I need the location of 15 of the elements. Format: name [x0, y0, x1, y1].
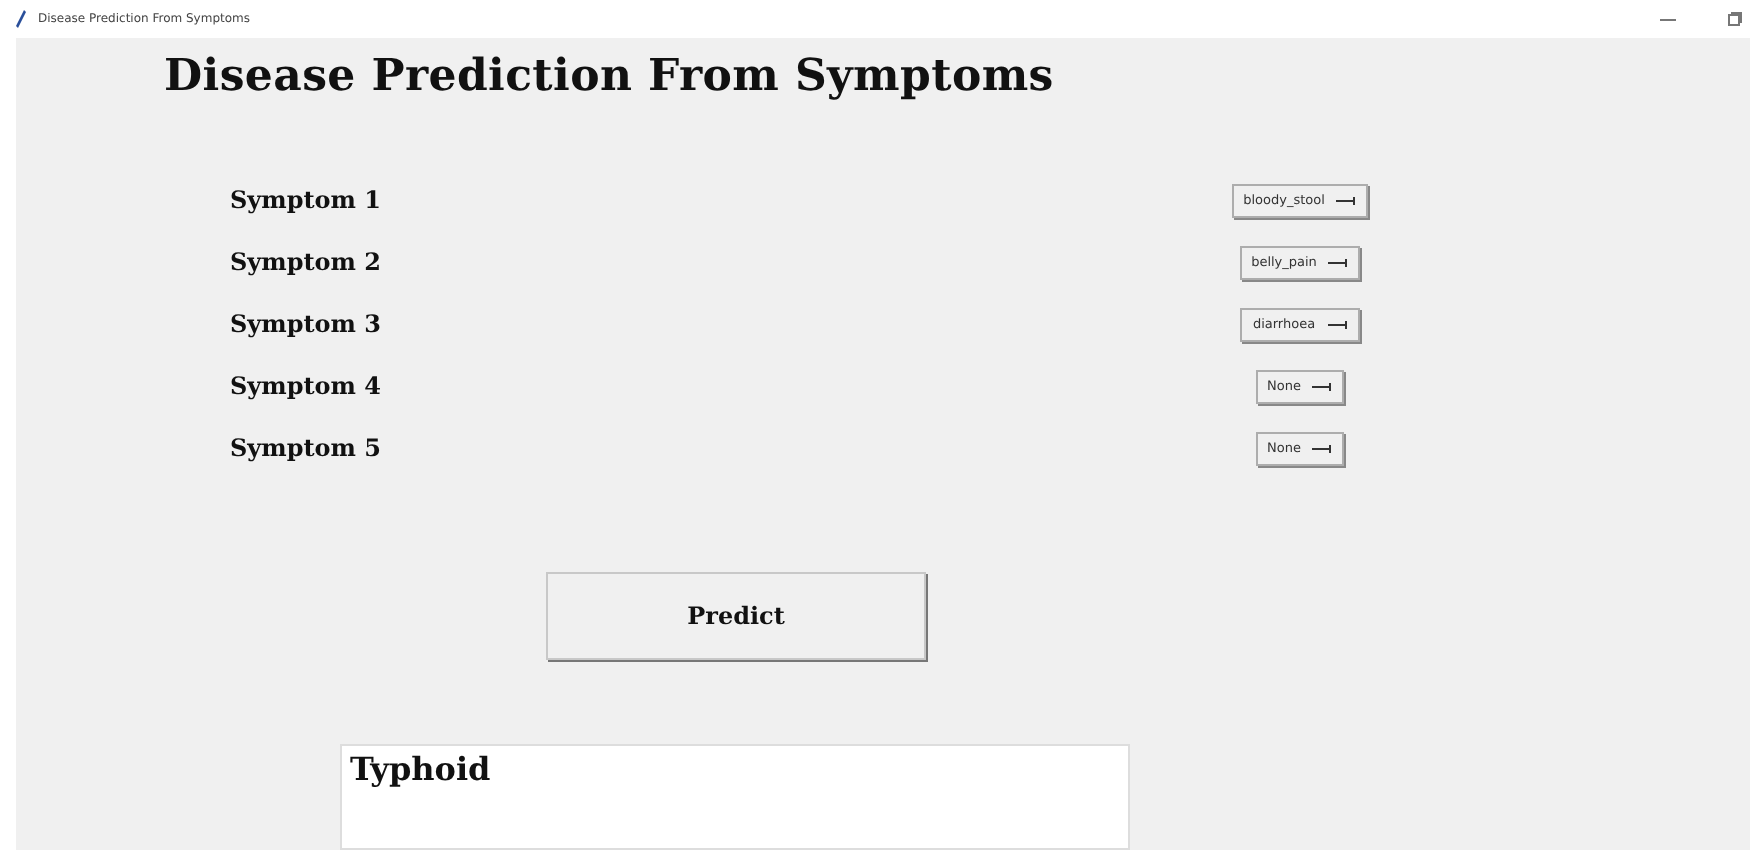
indicator-icon [1327, 319, 1348, 329]
symptom-label: Symptom 2 [230, 248, 381, 276]
indicator-icon [1328, 257, 1349, 267]
feather-icon [16, 10, 26, 28]
app-heading: Disease Prediction From Symptoms [164, 50, 1056, 102]
symptom-label: Symptom 4 [230, 372, 381, 400]
predict-button[interactable]: Predict [546, 572, 926, 660]
restore-icon[interactable] [1728, 12, 1742, 26]
symptom-label: Symptom 3 [230, 310, 381, 338]
result-field: Typhoid [340, 744, 1130, 850]
indicator-icon [1312, 443, 1333, 453]
symptom-label: Symptom 1 [230, 186, 381, 214]
indicator-icon [1312, 381, 1333, 391]
indicator-icon [1336, 195, 1357, 205]
symptom-label: Symptom 5 [230, 434, 381, 462]
